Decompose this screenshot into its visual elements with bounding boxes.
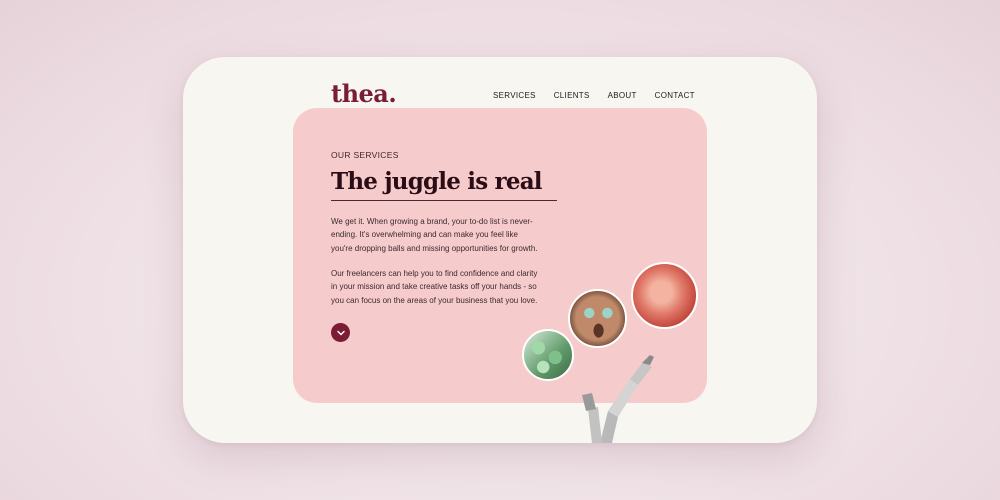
scroll-down-button[interactable] bbox=[331, 323, 350, 342]
pills-photo bbox=[522, 329, 574, 381]
nav-item-clients[interactable]: CLIENTS bbox=[554, 91, 590, 100]
grapefruit-photo bbox=[631, 262, 698, 329]
nav-item-about[interactable]: ABOUT bbox=[608, 91, 637, 100]
section-eyebrow: OUR SERVICES bbox=[331, 150, 399, 160]
portrait-photo bbox=[568, 289, 627, 348]
nav-item-contact[interactable]: CONTACT bbox=[655, 91, 695, 100]
website-frame: thea. SERVICES CLIENTS ABOUT CONTACT OUR… bbox=[183, 57, 817, 443]
services-paragraph: Our freelancers can help you to find con… bbox=[331, 269, 538, 305]
brand-logo[interactable]: thea. bbox=[331, 79, 397, 108]
headline-underline bbox=[331, 200, 557, 201]
main-nav: SERVICES CLIENTS ABOUT CONTACT bbox=[493, 91, 695, 100]
chevron-down-icon bbox=[336, 330, 345, 335]
nav-item-services[interactable]: SERVICES bbox=[493, 91, 536, 100]
hero-headline: The juggle is real bbox=[331, 168, 543, 195]
intro-paragraph: We get it. When growing a brand, your to… bbox=[331, 217, 538, 253]
juggling-legs-illustration bbox=[582, 355, 654, 443]
